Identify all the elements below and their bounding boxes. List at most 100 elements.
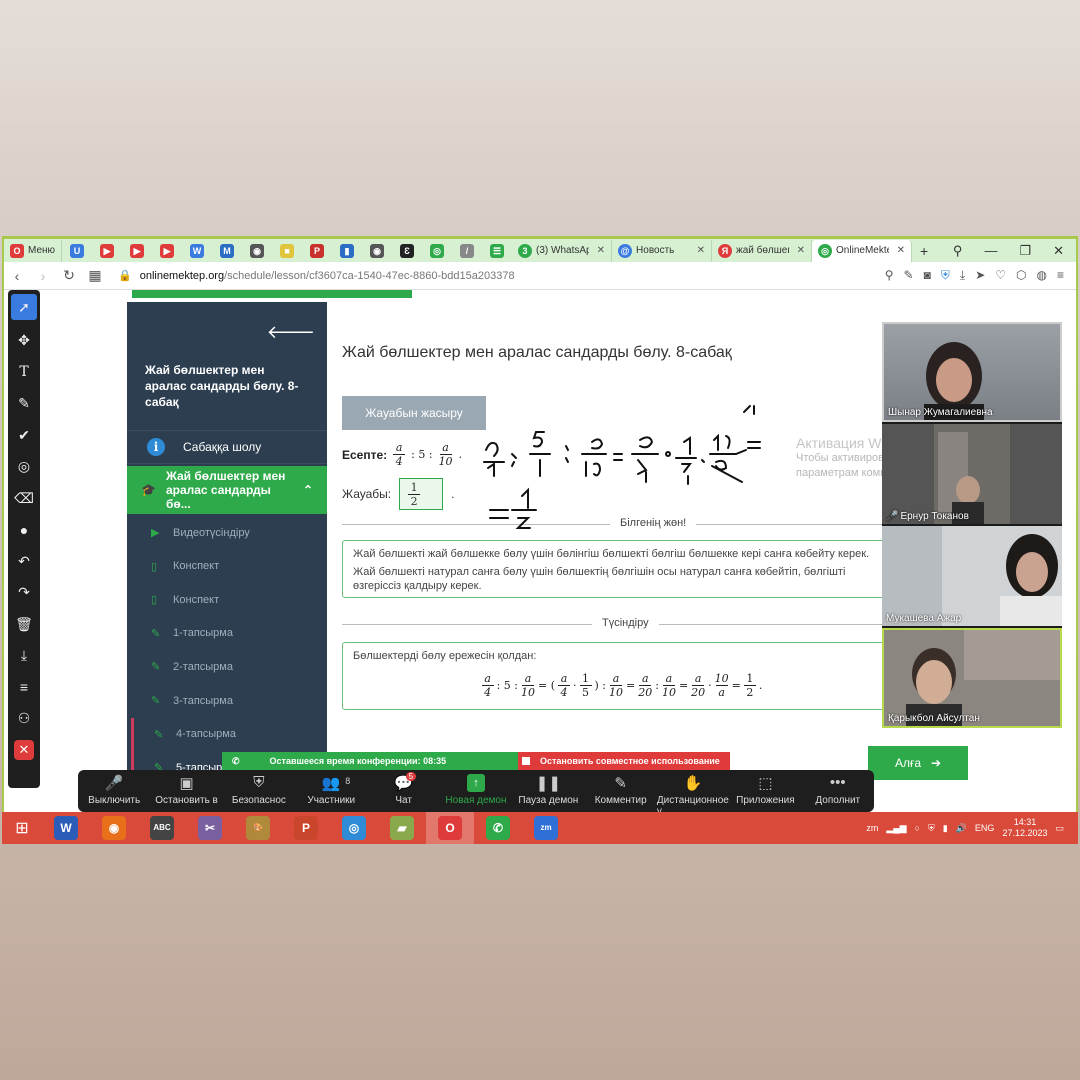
zoom-button[interactable]: 💬 Чат 5: [367, 772, 439, 806]
browser-tab[interactable]: ▶: [122, 240, 152, 262]
browser-tab[interactable]: ◎ OnlineMekte ✕: [812, 239, 913, 262]
grid-icon[interactable]: ▦: [82, 267, 108, 284]
browser-tab[interactable]: O Меню: [4, 239, 63, 262]
browser-tab[interactable]: ▶: [152, 240, 182, 262]
sidebar-item-active[interactable]: 🎓 Жай бөлшектер мен аралас сандарды бө..…: [127, 466, 327, 514]
pen-icon[interactable]: ✎: [11, 388, 37, 420]
spotlight-icon[interactable]: ◎: [11, 451, 37, 483]
volume-icon[interactable]: 🔊: [956, 823, 967, 834]
taskbar-app[interactable]: zm: [522, 812, 570, 844]
zoom-button[interactable]: ❚❚ Пауза демон: [512, 774, 584, 806]
taskbar-app[interactable]: ✆: [474, 812, 522, 844]
stop-share-button[interactable]: Остановить совместное использование: [518, 752, 730, 770]
battery-icon[interactable]: ▮: [943, 823, 948, 834]
zoom-button[interactable]: ••• Дополнит: [802, 774, 874, 806]
clock[interactable]: 14:31 27.12.2023: [1002, 817, 1047, 839]
forward-icon[interactable]: ›: [30, 268, 56, 284]
reload-icon[interactable]: ↻: [56, 267, 82, 284]
video-tile[interactable]: 🎤 Ернур Токанов: [882, 424, 1062, 524]
browser-tab[interactable]: ▶: [92, 240, 122, 262]
opera-tray-icon[interactable]: ○: [915, 823, 920, 833]
zoom-button[interactable]: 🎤 Выключить: [78, 774, 150, 806]
windows-start-icon[interactable]: ⊞: [2, 818, 42, 838]
menu-icon[interactable]: ≡: [1057, 268, 1064, 283]
save-icon[interactable]: ⤓: [11, 640, 37, 672]
zoom-tray-icon[interactable]: zm: [866, 823, 878, 833]
taskbar-app[interactable]: ◉: [90, 812, 138, 844]
back-arrow-icon[interactable]: 🡐: [267, 322, 315, 343]
eraser-icon[interactable]: ⌫: [11, 483, 37, 515]
move-icon[interactable]: ✥: [11, 325, 37, 357]
close-window-icon[interactable]: ✕: [1053, 243, 1064, 259]
sidebar-item[interactable]: ✎ 4-тапсырма: [131, 717, 327, 751]
sidebar-item-overview[interactable]: i Сабаққа шолу: [127, 430, 327, 464]
browser-tab[interactable]: Ɛ: [392, 240, 422, 262]
taskbar-app[interactable]: W: [42, 812, 90, 844]
browser-tab[interactable]: ☰: [482, 240, 512, 262]
video-tile[interactable]: Мукашева Ажар: [882, 526, 1062, 626]
text-icon[interactable]: T: [11, 357, 37, 389]
download-icon[interactable]: ⤓: [960, 268, 965, 283]
sidebar-item[interactable]: ▯ Конспект: [131, 583, 327, 616]
sidebar-item[interactable]: ▯ Конспект: [131, 550, 327, 583]
browser-tab[interactable]: ◉: [242, 240, 272, 262]
browser-tab[interactable]: M: [212, 240, 242, 262]
browser-tab[interactable]: ◎: [422, 240, 452, 262]
zoom-button[interactable]: ⬚ Приложения: [729, 774, 801, 806]
user-icon[interactable]: ⚇: [11, 703, 37, 735]
send-icon[interactable]: ➤: [975, 268, 985, 283]
restore-icon[interactable]: ❐: [1019, 243, 1031, 259]
zoom-button[interactable]: ✎ Комментир: [585, 774, 657, 806]
close-tab-icon[interactable]: ✕: [897, 245, 905, 256]
minimize-icon[interactable]: —: [984, 243, 997, 259]
browser-tab[interactable]: W: [182, 240, 212, 262]
browser-tab[interactable]: ▮: [332, 240, 362, 262]
browser-tab[interactable]: Яжай бөлшек ✕: [712, 239, 813, 262]
taskbar-app[interactable]: ▰: [378, 812, 426, 844]
cursor-icon[interactable]: ➚: [11, 294, 37, 320]
language-indicator[interactable]: ENG: [975, 823, 995, 833]
close-tab-icon[interactable]: ✕: [697, 245, 705, 256]
sidebar-item[interactable]: ✎ 3-тапсырма: [131, 684, 327, 717]
sidebar-item[interactable]: ✎ 1-тапсырма: [131, 617, 327, 650]
zoom-button[interactable]: ✋Дистанционное у: [657, 774, 729, 817]
search-tabs-icon[interactable]: ⚲: [953, 243, 963, 259]
taskbar-app[interactable]: P: [282, 812, 330, 844]
browser-tab[interactable]: ■: [272, 240, 302, 262]
taskbar-app[interactable]: ◎: [330, 812, 378, 844]
search-icon[interactable]: ⚲: [885, 268, 894, 283]
undo-icon[interactable]: ↶: [11, 546, 37, 578]
cube-icon[interactable]: ⬡: [1016, 268, 1026, 283]
close-tab-icon[interactable]: ✕: [597, 245, 605, 256]
zoom-button[interactable]: 👥 Участники 8: [295, 774, 367, 806]
close-tab-icon[interactable]: ✕: [797, 245, 805, 256]
shield-tray-icon[interactable]: ⛨: [928, 823, 935, 834]
menu-icon[interactable]: ≡: [11, 672, 37, 704]
answer-field[interactable]: 12: [399, 478, 444, 510]
taskbar-app[interactable]: O: [426, 812, 474, 844]
taskbar-app[interactable]: ABC: [138, 812, 186, 844]
back-icon[interactable]: ‹: [4, 268, 30, 284]
notification-icon[interactable]: ▭: [1055, 823, 1064, 834]
redo-icon[interactable]: ↷: [11, 577, 37, 609]
browser-tab[interactable]: P: [302, 240, 332, 262]
profile-icon[interactable]: ◍: [1037, 268, 1047, 283]
camera-icon[interactable]: ◙: [924, 268, 931, 283]
browser-tab[interactable]: @ Новость ✕: [612, 239, 713, 262]
sidebar-item[interactable]: ✎ 2-тапсырма: [131, 650, 327, 683]
color-icon[interactable]: ●: [11, 514, 37, 546]
shield-icon[interactable]: ⛨: [941, 268, 950, 283]
browser-tab[interactable]: /: [452, 240, 482, 262]
close-icon[interactable]: ✕: [11, 735, 37, 767]
zoom-button[interactable]: ▣ Остановить в: [150, 774, 222, 806]
video-tile[interactable]: Қарыкбол Айсултан: [882, 628, 1062, 728]
zoom-button[interactable]: ↑ Новая демон: [440, 774, 512, 806]
new-tab-icon[interactable]: +: [912, 243, 936, 259]
trash-icon[interactable]: 🗑: [11, 609, 37, 641]
browser-tab[interactable]: ◉: [362, 240, 392, 262]
signal-icon[interactable]: ▂▄▆: [886, 823, 906, 834]
chevron-up-icon[interactable]: ⌃: [303, 483, 313, 497]
browser-tab[interactable]: 3(3) WhatsApp ✕: [512, 239, 613, 262]
url-field[interactable]: 🔒 onlinemektep.org/schedule/lesson/cf360…: [118, 269, 515, 283]
taskbar-app[interactable]: ✂: [186, 812, 234, 844]
